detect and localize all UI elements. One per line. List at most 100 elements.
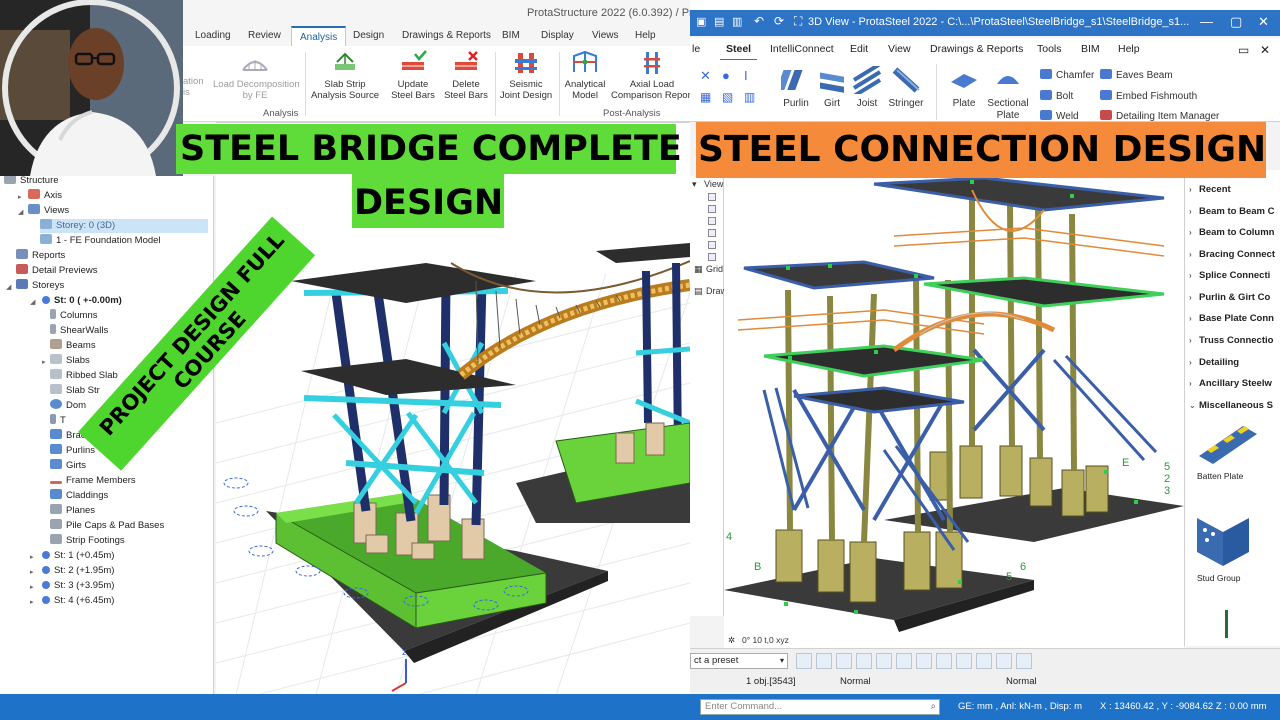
view-checkbox[interactable] (708, 229, 716, 237)
weld-button[interactable]: Weld (1040, 110, 1079, 122)
tab-analysis[interactable]: Analysis (291, 26, 347, 47)
joist-button[interactable]: Joist (850, 66, 884, 109)
tree-domes[interactable]: Dom (50, 399, 86, 413)
tab-tools[interactable]: Tools (1037, 43, 1062, 55)
partial-analysis-button[interactable]: ation is (183, 76, 205, 98)
refresh-icon[interactable]: ⟳ (774, 14, 784, 28)
tree-storeys[interactable]: Storeys (16, 279, 64, 293)
fullscreen-icon[interactable]: ⛶ (794, 14, 802, 29)
tree-storey-3[interactable]: St: 3 (+3.95m) (42, 579, 114, 593)
right-3d-viewport[interactable]: BE5 234 56 (724, 170, 1184, 632)
tree-detail-previews[interactable]: Detail Previews (16, 264, 97, 278)
tab-drawings-reports[interactable]: Drawings & Reports (402, 30, 491, 41)
tree-beams[interactable]: Beams (50, 339, 96, 353)
undo-icon[interactable]: ↶ (754, 14, 764, 28)
detailing-item-manager-button[interactable]: Detailing Item Manager (1100, 110, 1219, 122)
toolbar-weld-icon[interactable] (916, 653, 932, 669)
toolbar-sphere-icon[interactable] (836, 653, 852, 669)
sectional-plate-button[interactable]: Sectional Plate (984, 66, 1032, 122)
toolbar-stair-icon[interactable] (976, 653, 992, 669)
toolbar-column-icon[interactable] (856, 653, 872, 669)
cross-icon[interactable]: ✕ (700, 68, 711, 84)
folder-icon[interactable]: ▤ (714, 15, 724, 28)
tree-views[interactable]: Views (28, 204, 69, 218)
toolbar-box-icon[interactable] (1016, 653, 1032, 669)
tab-edit[interactable]: Edit (850, 43, 868, 55)
print-icon[interactable]: ▥ (732, 15, 742, 28)
stud-group-item[interactable]: Stud Group (1193, 510, 1273, 583)
save-icon[interactable]: ▣ (696, 15, 706, 28)
close-icon[interactable]: ✕ (1258, 14, 1269, 30)
toolbar-plate-icon[interactable] (876, 653, 892, 669)
command-input[interactable]: Enter Command... ⌕ (700, 699, 940, 715)
minimize-icon[interactable]: — (1200, 14, 1213, 29)
stud-item-icon[interactable] (1225, 610, 1228, 638)
delete-steel-bars-button[interactable]: Delete Steel Bars (441, 50, 491, 101)
tree-reports[interactable]: Reports (16, 249, 65, 263)
tree-claddings[interactable]: Claddings (50, 489, 108, 503)
frame-icon[interactable]: ▦ (700, 90, 711, 104)
tree-storey-1[interactable]: St: 1 (+0.45m) (42, 549, 114, 563)
tab-views[interactable]: Views (592, 30, 619, 41)
girt-button[interactable]: Girt (816, 66, 848, 109)
tree-slabs[interactable]: Slabs (50, 354, 90, 368)
embed-fishmouth-button[interactable]: Embed Fishmouth (1100, 90, 1197, 102)
ribbon-close-icon[interactable]: ✕ (1260, 43, 1270, 57)
tree-purlins[interactable]: Purlins (50, 444, 95, 458)
category-recent[interactable]: › Recent (1185, 184, 1280, 200)
toolbar-rail-icon[interactable] (996, 653, 1012, 669)
axial-load-report-button[interactable]: Axial Load Comparison Report (611, 50, 693, 101)
category-beam-to-column[interactable]: › Beam to Column (1185, 227, 1280, 243)
toolbar-cross-icon[interactable] (816, 653, 832, 669)
tab-intelliconnect[interactable]: IntelliConnect (770, 43, 834, 55)
view-checkbox[interactable] (708, 193, 716, 201)
category-miscellaneous[interactable]: ⌄ Miscellaneous S (1185, 400, 1280, 416)
tree-structure[interactable]: Structure (4, 174, 59, 188)
update-steel-bars-button[interactable]: Update Steel Bars (387, 50, 439, 101)
analytical-model-button[interactable]: Analytical Model (561, 50, 609, 101)
eaves-beam-button[interactable]: Eaves Beam (1100, 69, 1173, 81)
i-beam-icon[interactable]: Ι (744, 68, 748, 83)
tab-loading[interactable]: Loading (195, 30, 231, 41)
category-beam-to-beam[interactable]: › Beam to Beam C (1185, 206, 1280, 222)
tree-pile-caps[interactable]: Pile Caps & Pad Bases (50, 519, 164, 533)
tree-view-label[interactable]: View (704, 179, 723, 189)
tab-help[interactable]: Help (1118, 43, 1140, 55)
tree-strip-footings[interactable]: Strip Footings (50, 534, 125, 548)
plate-button[interactable]: Plate (946, 66, 982, 109)
brace-icon[interactable]: ▧ (722, 90, 733, 104)
tab-file[interactable]: le (692, 43, 700, 55)
category-purlin-girt[interactable]: › Purlin & Girt Co (1185, 292, 1280, 308)
tree-storey-0[interactable]: St: 0 ( +-0.00m) (42, 294, 122, 308)
tree-axis[interactable]: Axis (28, 189, 62, 203)
purlin-button[interactable]: Purlin (778, 66, 814, 109)
slab-strip-button[interactable]: Slab Strip Analysis Source (307, 50, 383, 101)
toolbar-bolt-icon[interactable] (936, 653, 952, 669)
tree-storey-0-3d[interactable]: Storey: 0 (3D) (40, 219, 208, 233)
category-detailing[interactable]: › Detailing (1185, 357, 1280, 373)
tree-shearwalls[interactable]: ShearWalls (50, 324, 108, 338)
tree-fe-foundation-model[interactable]: 1 - FE Foundation Model (40, 234, 161, 248)
tree-planes[interactable]: Planes (50, 504, 95, 518)
preset-select[interactable]: ct a preset ▾ (690, 653, 788, 669)
toolbar-beam-icon[interactable] (956, 653, 972, 669)
sphere-icon[interactable]: ● (722, 68, 730, 83)
load-decomposition-button[interactable]: Load Decomposition by FE (213, 50, 300, 101)
category-splice[interactable]: › Splice Connecti (1185, 270, 1280, 286)
grid-icon[interactable]: ▥ (744, 90, 755, 104)
viewport-settings-icon[interactable]: ✲ (728, 635, 735, 646)
tab-bim[interactable]: BIM (1081, 43, 1100, 55)
tree-frame-members[interactable]: Frame Members (50, 474, 136, 488)
tab-bim[interactable]: BIM (502, 30, 520, 41)
bolt-button[interactable]: Bolt (1040, 90, 1073, 102)
view-checkbox[interactable] (708, 205, 716, 213)
view-checkbox[interactable] (708, 217, 716, 225)
tree-storey-2[interactable]: St: 2 (+1.95m) (42, 564, 114, 578)
maximize-icon[interactable]: ▢ (1230, 14, 1242, 30)
toolbar-grid-icon[interactable] (796, 653, 812, 669)
category-truss[interactable]: › Truss Connectio (1185, 335, 1280, 351)
tab-steel[interactable]: Steel (720, 38, 758, 61)
tree-ribbed-slab[interactable]: Ribbed Slab (50, 369, 118, 383)
chamfer-button[interactable]: Chamfer (1040, 69, 1094, 81)
tree-grid-label[interactable]: Grid (706, 264, 723, 274)
